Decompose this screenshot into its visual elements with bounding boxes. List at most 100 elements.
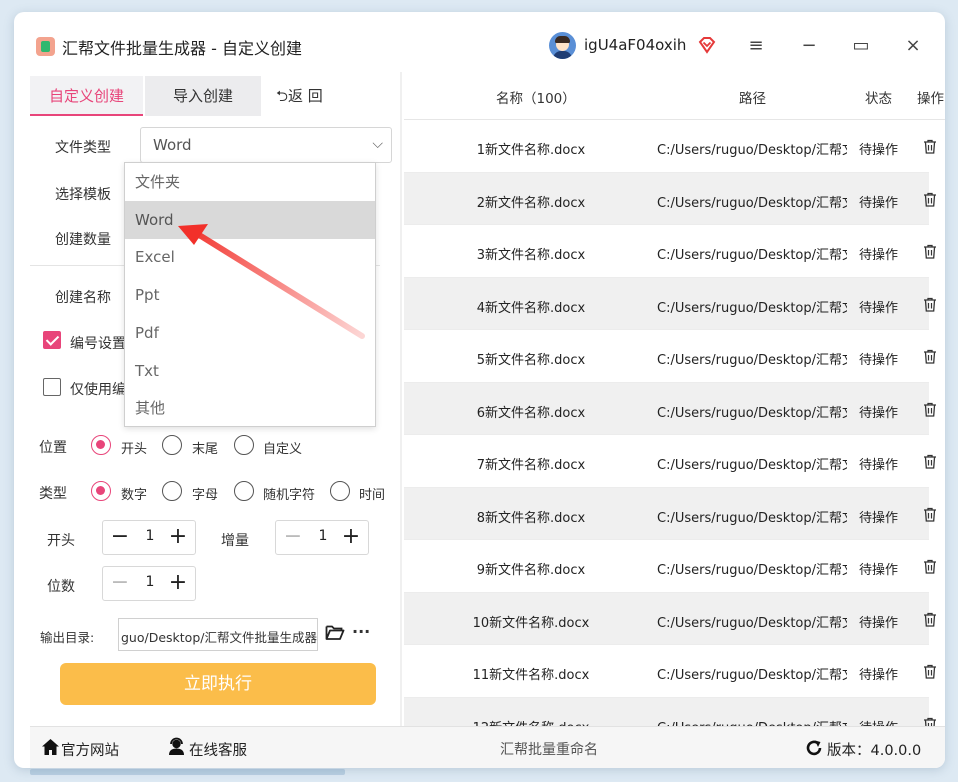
online-support-link[interactable]: 在线客服 — [189, 739, 247, 760]
type-radio-number[interactable] — [91, 481, 111, 501]
table-row[interactable]: 7新文件名称.docx C:/Users/ruguo/Desktop/汇帮文 待操作 — [404, 435, 936, 488]
file-type-select[interactable]: Word ⌵ — [140, 127, 392, 163]
dropdown-option[interactable]: Pdf — [125, 314, 375, 352]
app-logo-icon — [36, 37, 55, 56]
file-path-cell: C:/Users/ruguo/Desktop/汇帮文 — [657, 353, 847, 368]
start-decrement-button[interactable]: − — [107, 524, 133, 550]
dropdown-option[interactable]: 其他 — [125, 389, 375, 427]
name-label: 创建名称 — [55, 290, 111, 306]
delete-icon[interactable] — [923, 612, 937, 627]
increment-value[interactable]: 1 — [313, 528, 333, 544]
column-header-status: 状态 — [865, 91, 892, 107]
delete-icon[interactable] — [923, 139, 937, 154]
file-path-cell: C:/Users/ruguo/Desktop/汇帮文 — [657, 405, 847, 421]
table-row[interactable]: 2新文件名称.docx C:/Users/ruguo/Desktop/汇帮文 待操作 — [404, 172, 936, 225]
username[interactable]: igU4aF04oxih — [584, 36, 686, 54]
refresh-icon[interactable] — [805, 739, 823, 757]
digits-stepper[interactable]: − 1 + — [102, 566, 196, 601]
type-radio-time[interactable] — [330, 481, 350, 501]
table-row[interactable]: 12新文件名称.docx C:/Users/ruguo/Desktop/汇帮文 待操… — [404, 697, 936, 726]
only-use-label: 仅使用编 — [70, 382, 126, 398]
start-value[interactable]: 1 — [140, 528, 160, 544]
user-avatar[interactable] — [549, 32, 576, 59]
delete-icon[interactable] — [923, 297, 937, 312]
dropdown-option[interactable]: Word — [125, 200, 375, 239]
back-button[interactable]: ⮌返 回 — [276, 76, 346, 116]
delete-icon[interactable] — [923, 402, 937, 417]
numbering-checkbox[interactable] — [43, 331, 61, 349]
delete-icon[interactable] — [923, 507, 937, 522]
table-row[interactable]: 10新文件名称.docx C:/Users/ruguo/Desktop/汇帮文 待操… — [404, 592, 936, 645]
tab-custom-create[interactable]: 自定义创建 — [30, 76, 143, 116]
delete-icon[interactable] — [923, 244, 937, 259]
increment-label: 增量 — [221, 533, 249, 549]
column-header-path: 路径 — [739, 91, 766, 107]
dropdown-option[interactable]: Ppt — [125, 276, 375, 314]
output-dir-input[interactable]: guo/Desktop/汇帮文件批量生成器 — [118, 618, 318, 651]
close-button[interactable]: × — [901, 34, 925, 58]
run-now-button[interactable]: 立即执行 — [60, 663, 376, 705]
table-row[interactable]: 11新文件名称.docx C:/Users/ruguo/Desktop/汇帮文 待操… — [404, 645, 936, 698]
type-radio-random[interactable] — [234, 481, 254, 501]
table-row[interactable]: 5新文件名称.docx C:/Users/ruguo/Desktop/汇帮文 待操作 — [404, 330, 936, 383]
position-option-custom: 自定义 — [263, 442, 303, 457]
panel-separator — [400, 72, 402, 726]
file-name-cell: 10新文件名称.docx — [472, 615, 590, 631]
start-stepper[interactable]: − 1 + — [102, 520, 196, 555]
folder-icon[interactable] — [325, 624, 345, 641]
increment-stepper[interactable]: − 1 + — [275, 520, 369, 555]
file-path-cell: C:/Users/ruguo/Desktop/汇帮文 — [657, 510, 847, 526]
only-use-checkbox[interactable] — [43, 378, 61, 396]
minimize-button[interactable]: − — [797, 34, 821, 58]
delete-icon[interactable] — [923, 717, 937, 727]
type-radio-letter[interactable] — [162, 481, 182, 501]
menu-button[interactable]: ≡ — [744, 34, 768, 58]
delete-icon[interactable] — [923, 349, 937, 364]
vip-diamond-icon[interactable] — [698, 36, 716, 54]
chevron-down-icon: ⌵ — [372, 136, 383, 152]
file-name-cell: 2新文件名称.docx — [476, 195, 586, 211]
digits-decrement-button[interactable]: − — [107, 570, 133, 596]
output-dir-label: 输出目录: — [40, 630, 95, 645]
file-path-cell: C:/Users/ruguo/Desktop/汇帮文 — [657, 563, 847, 578]
increment-decrement-button[interactable]: − — [280, 524, 306, 550]
digits-value[interactable]: 1 — [140, 574, 160, 590]
table-header: 名称（100） 路径 状态 操作 — [404, 72, 945, 120]
table-row[interactable]: 6新文件名称.docx C:/Users/ruguo/Desktop/汇帮文 待操作 — [404, 382, 936, 435]
position-radio-custom[interactable] — [234, 435, 254, 455]
batch-rename-link[interactable]: 汇帮批量重命名 — [500, 739, 598, 759]
delete-icon[interactable] — [923, 559, 937, 574]
position-radio-start[interactable] — [91, 435, 111, 455]
delete-icon[interactable] — [923, 664, 937, 679]
more-options-button[interactable]: ··· — [352, 622, 370, 641]
file-name-cell: 4新文件名称.docx — [476, 300, 586, 316]
tab-import-create[interactable]: 导入创建 — [145, 76, 261, 116]
table-row[interactable]: 9新文件名称.docx C:/Users/ruguo/Desktop/汇帮文 待操作 — [404, 540, 936, 593]
file-status-cell: 待操作 — [859, 668, 899, 683]
digits-increment-button[interactable]: + — [165, 570, 191, 596]
table-row[interactable]: 4新文件名称.docx C:/Users/ruguo/Desktop/汇帮文 待操作 — [404, 277, 936, 330]
position-radio-end[interactable] — [162, 435, 182, 455]
version-label: 版本：4.0.0.0 — [827, 743, 922, 759]
table-row[interactable]: 8新文件名称.docx C:/Users/ruguo/Desktop/汇帮文 待操作 — [404, 487, 936, 540]
file-type-value: Word — [153, 136, 192, 154]
increment-increment-button[interactable]: + — [338, 524, 364, 550]
file-status-cell: 待操作 — [859, 300, 899, 316]
count-label: 创建数量 — [55, 232, 111, 248]
customer-service-icon[interactable] — [167, 737, 186, 756]
dropdown-option[interactable]: 文件夹 — [125, 163, 375, 201]
type-option-time: 时间 — [359, 488, 386, 503]
file-path-cell: C:/Users/ruguo/Desktop/汇帮文 — [657, 458, 847, 473]
table-row[interactable]: 1新文件名称.docx C:/Users/ruguo/Desktop/汇帮文 待操作 — [404, 120, 936, 173]
dropdown-option[interactable]: Txt — [125, 352, 375, 390]
file-name-cell: 5新文件名称.docx — [476, 353, 586, 368]
table-row[interactable]: 3新文件名称.docx C:/Users/ruguo/Desktop/汇帮文 待操作 — [404, 225, 936, 278]
dropdown-option[interactable]: Excel — [125, 238, 375, 276]
official-website-link[interactable]: 官方网站 — [61, 739, 119, 760]
maximize-button[interactable]: ▭ — [849, 34, 873, 58]
delete-icon[interactable] — [923, 192, 937, 207]
delete-icon[interactable] — [923, 454, 937, 469]
position-label: 位置 — [39, 440, 67, 456]
home-icon[interactable] — [41, 738, 60, 756]
start-increment-button[interactable]: + — [165, 524, 191, 550]
